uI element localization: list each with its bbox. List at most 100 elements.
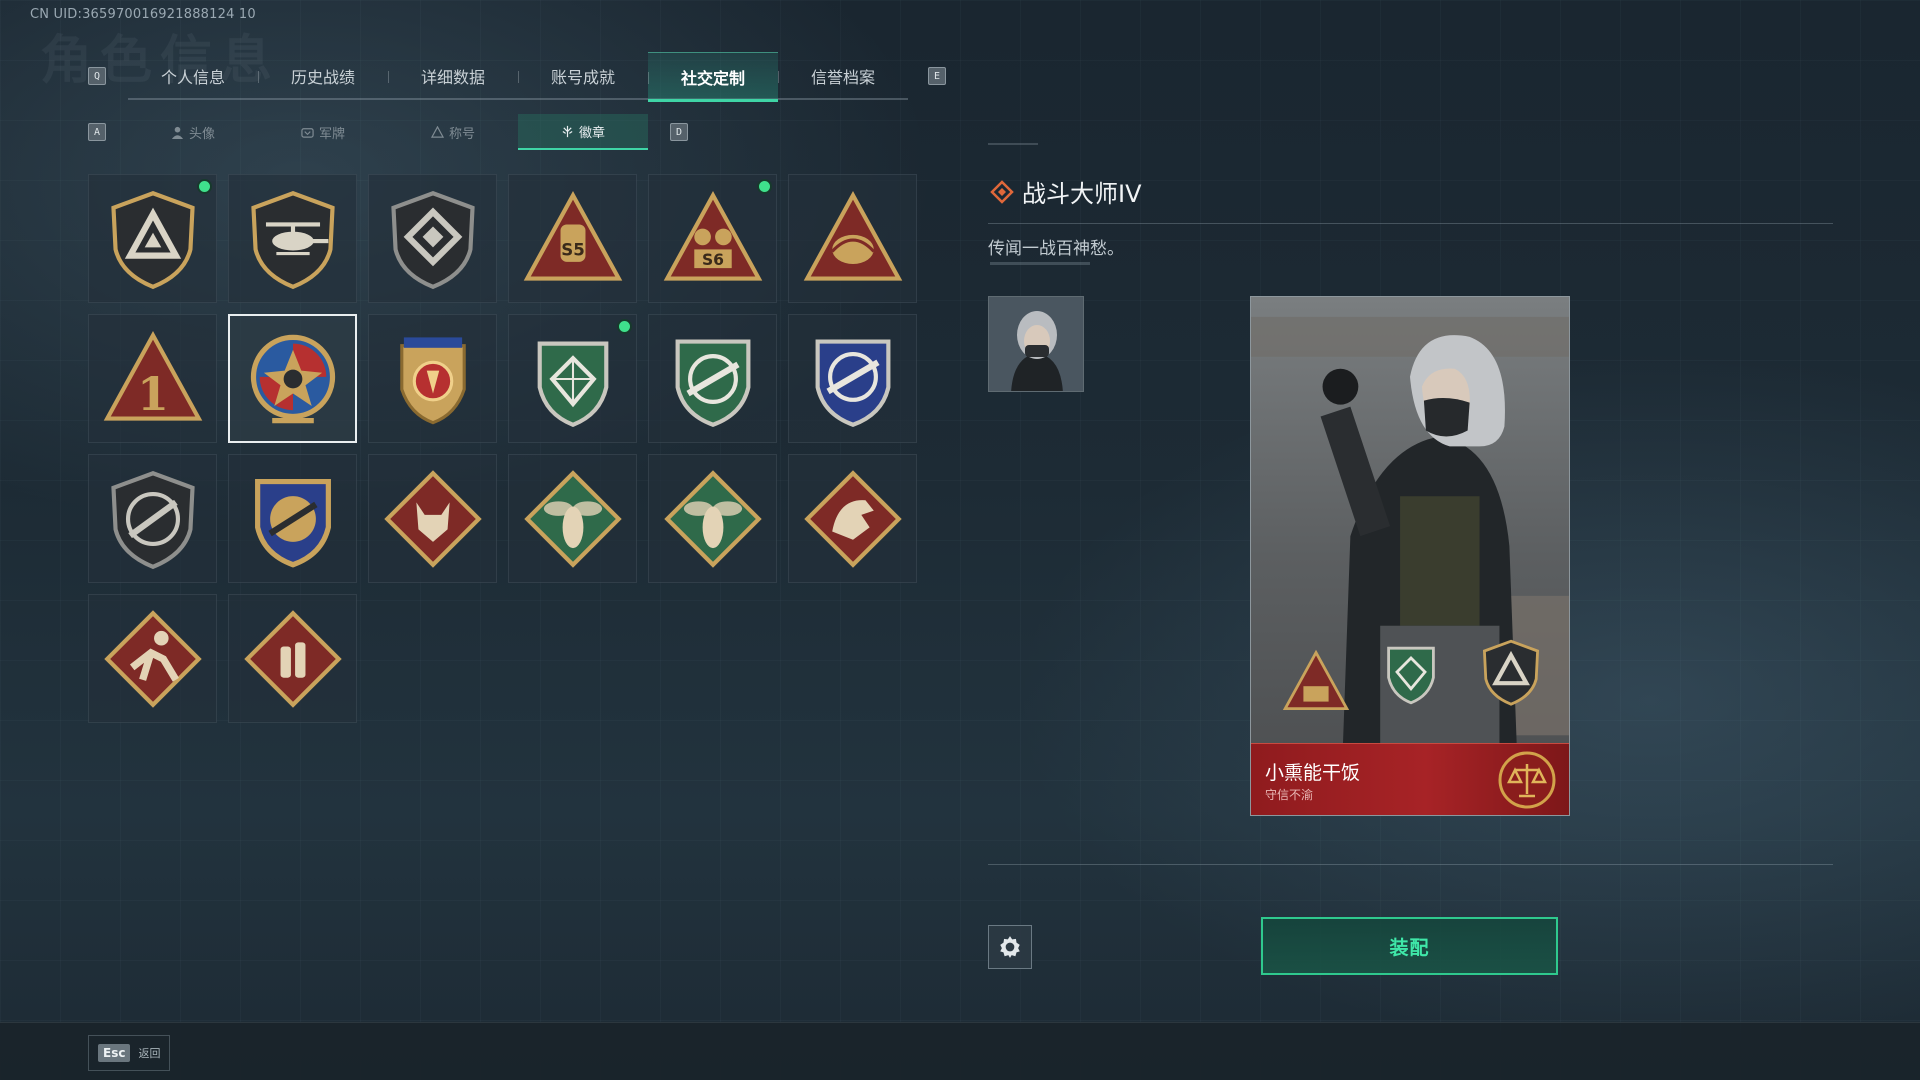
equip-button[interactable]: 装配	[1261, 917, 1558, 975]
player-uid: CN UID:365970016921888124 10	[30, 7, 256, 22]
gold-triangle-badge-icon	[803, 190, 902, 281]
divider	[988, 864, 1833, 865]
helicopter-badge-icon	[250, 190, 335, 289]
star-skull-badge-icon	[250, 334, 335, 423]
subtab-title-label: 称号	[448, 126, 475, 142]
badge-icon	[562, 125, 573, 137]
dragon-badge-icon	[803, 469, 902, 568]
badge-slot-selected[interactable]	[228, 314, 357, 443]
new-indicator	[197, 179, 212, 194]
badge-slot[interactable]: 1	[88, 314, 217, 443]
bee-badge-icon	[523, 469, 622, 568]
tab-social-custom[interactable]: 社交定制	[648, 52, 778, 102]
green-diamond-badge-icon	[537, 341, 608, 427]
badge-slot[interactable]	[648, 314, 777, 443]
badge-slot[interactable]	[648, 454, 777, 583]
player-profile-card: 小熏能干饭 守信不渝	[1250, 296, 1570, 816]
tab-next-key[interactable]: E	[928, 67, 946, 85]
badge-slot[interactable]	[368, 174, 497, 303]
wolf-badge-icon	[383, 469, 482, 568]
subtab-prev-key[interactable]: A	[88, 123, 106, 141]
player-name-bar: 小熏能干饭 守信不渝	[1251, 743, 1569, 815]
tab-match-history[interactable]: 历史战绩	[258, 52, 388, 100]
badge-slot[interactable]	[228, 594, 357, 723]
subtab-badge[interactable]: 徽章	[518, 114, 648, 150]
badge-slot[interactable]	[368, 314, 497, 443]
subtab-dogtag-label: 军牌	[318, 126, 345, 142]
s6-badge-icon: S6	[663, 190, 762, 281]
sub-tabs: 头像 军牌 称号 徽章	[128, 114, 648, 150]
badge-slot[interactable]	[228, 454, 357, 583]
badge-slot[interactable]: S5	[508, 174, 637, 303]
tab-achievements[interactable]: 账号成就	[518, 52, 648, 100]
s5-badge-icon: S5	[523, 190, 622, 281]
player-name: 小熏能干饭	[1265, 762, 1361, 784]
gold-eagle-badge-icon	[399, 336, 466, 424]
subtab-avatar[interactable]: 头像	[128, 114, 258, 150]
badge-name: 战斗大师IV	[1022, 180, 1142, 208]
tab-credit-record[interactable]: 信誉档案	[778, 52, 908, 100]
badge-slot[interactable]	[88, 594, 217, 723]
equipped-green-diamond-badge-icon	[1387, 646, 1435, 705]
bee-badge-2-icon	[663, 469, 762, 568]
back-button[interactable]: Esc 返回	[88, 1035, 170, 1071]
badge-slot[interactable]: S6	[648, 174, 777, 303]
supplies-badge-icon	[243, 609, 342, 708]
equipped-s6-badge-icon	[1282, 649, 1350, 710]
character-portrait	[1251, 297, 1569, 815]
svg-text:S5: S5	[561, 240, 585, 259]
new-indicator	[757, 179, 772, 194]
back-label: 返回	[138, 1047, 161, 1060]
footer-bar: Esc 返回	[0, 1022, 1920, 1080]
avatar-image	[989, 297, 1083, 391]
subtab-title[interactable]: 称号	[388, 114, 518, 150]
badge-detail-title: 战斗大师IV	[990, 174, 1142, 209]
diamond-shield-badge-icon	[390, 190, 475, 289]
decor-line	[990, 262, 1090, 265]
badge-slot[interactable]	[228, 174, 357, 303]
esc-key: Esc	[98, 1044, 131, 1062]
svg-text:S6: S6	[701, 251, 723, 269]
badge-slot[interactable]	[508, 314, 637, 443]
badge-slot[interactable]	[788, 174, 917, 303]
badge-slot[interactable]	[508, 454, 637, 583]
blue-rifle-badge-icon	[815, 338, 890, 427]
avatar-thumbnail[interactable]	[988, 296, 1084, 392]
badge-slot[interactable]	[788, 454, 917, 583]
shield-triangle-badge-icon	[110, 190, 195, 289]
badge-slot[interactable]	[368, 454, 497, 583]
title-icon	[430, 125, 444, 138]
number-one-badge-icon: 1	[103, 330, 202, 421]
subtab-badge-label: 徽章	[578, 125, 605, 141]
divider	[988, 223, 1833, 224]
badge-slot[interactable]	[88, 174, 217, 303]
badge-grid: S5 S6 1	[88, 174, 918, 723]
decor-line	[988, 143, 1038, 145]
new-indicator	[617, 319, 632, 334]
main-tabs: 个人信息 历史战绩 详细数据 账号成就 社交定制 信誉档案	[128, 52, 908, 102]
main-tab-bar: Q 个人信息 历史战绩 详细数据 账号成就 社交定制 信誉档案 E	[84, 52, 954, 102]
svg-text:1: 1	[137, 367, 169, 421]
equipped-badges	[1271, 637, 1551, 727]
equipped-shield-triangle-badge-icon	[1482, 639, 1540, 706]
scales-emblem-icon	[1498, 751, 1556, 809]
badge-slot[interactable]	[788, 314, 917, 443]
sub-tab-bar: A 头像 军牌 称号 徽章 D	[84, 114, 694, 150]
gear-icon	[1000, 936, 1020, 958]
subtab-avatar-label: 头像	[188, 126, 215, 142]
player-title: 守信不渝	[1265, 788, 1314, 802]
runner-badge-icon	[103, 609, 202, 708]
subtab-next-key[interactable]: D	[670, 123, 688, 141]
shotgun-badge-icon	[110, 470, 195, 569]
subtab-dogtag[interactable]: 军牌	[258, 114, 388, 150]
rank-diamond-icon	[990, 179, 1014, 204]
tab-personal-info[interactable]: 个人信息	[128, 52, 258, 100]
tab-prev-key[interactable]: Q	[88, 67, 106, 85]
badge-slot[interactable]	[88, 454, 217, 583]
person-icon	[171, 126, 184, 139]
dogtag-icon	[301, 127, 314, 138]
badge-description: 传闻一战百神愁。	[988, 239, 1124, 259]
gold-shotgun-badge-icon	[254, 478, 331, 568]
tab-detailed-stats[interactable]: 详细数据	[388, 52, 518, 100]
settings-button[interactable]	[988, 925, 1032, 969]
